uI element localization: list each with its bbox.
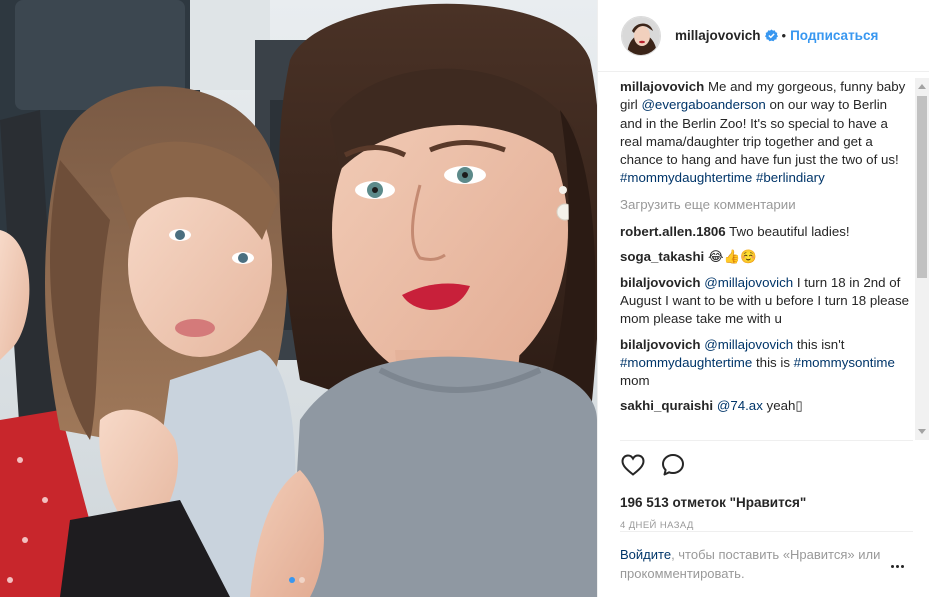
post-photo[interactable] bbox=[0, 0, 597, 597]
header-username[interactable]: millajovovich bbox=[675, 28, 761, 43]
comments-scrollbar[interactable] bbox=[915, 78, 929, 440]
comment-button[interactable] bbox=[660, 452, 686, 478]
comment-hashtag-1[interactable]: #mommydaughtertime bbox=[620, 355, 752, 370]
scrollbar-thumb[interactable] bbox=[917, 96, 927, 278]
login-link[interactable]: Войдите bbox=[620, 547, 671, 562]
comment-item: bilaljovovich @millajovovich I turn 18 i… bbox=[620, 274, 910, 329]
instagram-post: millajovovich • Подписаться millajovovic… bbox=[0, 0, 929, 597]
comments-list[interactable]: millajovovich Me and my gorgeous, funny … bbox=[620, 78, 910, 440]
carousel-dot-1[interactable] bbox=[289, 577, 295, 583]
carousel-dot-2[interactable] bbox=[299, 577, 305, 583]
more-options-icon[interactable] bbox=[891, 561, 907, 571]
comment-bubble-icon bbox=[662, 454, 684, 476]
avatar[interactable] bbox=[621, 15, 661, 56]
post-header: millajovovich • Подписаться bbox=[598, 0, 929, 72]
action-icons bbox=[620, 451, 913, 479]
heart-icon bbox=[621, 454, 645, 476]
comment-username[interactable]: robert.allen.1806 bbox=[620, 224, 726, 239]
post-timestamp[interactable]: 4 дней назад bbox=[620, 520, 913, 531]
comment-mention[interactable]: @millajovovich bbox=[704, 337, 793, 352]
comment-text-1: this isn't bbox=[793, 336, 845, 352]
likes-count[interactable]: 196 513 отметок "Нравится" bbox=[620, 495, 913, 510]
post-actions: 196 513 отметок "Нравится" 4 дней назад bbox=[620, 440, 913, 531]
caption-username[interactable]: millajovovich bbox=[620, 79, 704, 94]
load-more-comments-button[interactable]: Загрузить еще комментарии bbox=[620, 196, 910, 214]
caption-hashtag-2[interactable]: #berlindiary bbox=[756, 170, 825, 185]
comment-username[interactable]: bilaljovovich bbox=[620, 275, 701, 290]
avatar-image bbox=[622, 16, 660, 55]
post-sidebar: millajovovich • Подписаться millajovovic… bbox=[597, 0, 929, 597]
verified-badge-icon bbox=[764, 29, 778, 42]
comment-item: bilaljovovich @millajovovich this isn't … bbox=[620, 336, 910, 391]
login-prompt: Войдите, чтобы поставить «Нравится» или … bbox=[620, 531, 913, 583]
comment-username[interactable]: bilaljovovich bbox=[620, 337, 701, 352]
post-photo-image bbox=[0, 0, 597, 597]
scroll-down-arrow-icon[interactable] bbox=[918, 429, 926, 434]
scroll-up-arrow-icon[interactable] bbox=[918, 84, 926, 89]
comment-text-3: mom bbox=[620, 373, 650, 389]
caption-hashtag-1[interactable]: #mommydaughtertime bbox=[620, 170, 752, 185]
comment-text: yeah▯ bbox=[762, 398, 803, 414]
comment-mention[interactable]: @74.ax bbox=[717, 398, 763, 413]
carousel-indicator bbox=[289, 577, 305, 583]
comment-item: sakhi_quraishi @74.ax yeah▯ bbox=[620, 397, 910, 415]
comment-text-2: this is bbox=[752, 354, 794, 370]
comment-item: soga_takashi 😂👍☺️ bbox=[620, 248, 910, 266]
comment-item: robert.allen.1806 Two beautiful ladies! bbox=[620, 223, 910, 241]
comment-text: 😂👍☺️ bbox=[704, 249, 757, 265]
caption-mention[interactable]: @evergaboanderson bbox=[641, 97, 765, 112]
follow-button[interactable]: Подписаться bbox=[790, 28, 878, 43]
comment-mention[interactable]: @millajovovich bbox=[704, 275, 793, 290]
comment-username[interactable]: soga_takashi bbox=[620, 249, 704, 264]
caption: millajovovich Me and my gorgeous, funny … bbox=[620, 78, 910, 188]
comment-text: Two beautiful ladies! bbox=[725, 224, 850, 240]
like-button[interactable] bbox=[620, 452, 646, 478]
header-separator: • bbox=[781, 28, 787, 43]
comment-hashtag-2[interactable]: #mommysontime bbox=[794, 355, 895, 370]
comment-username[interactable]: sakhi_quraishi bbox=[620, 398, 713, 413]
